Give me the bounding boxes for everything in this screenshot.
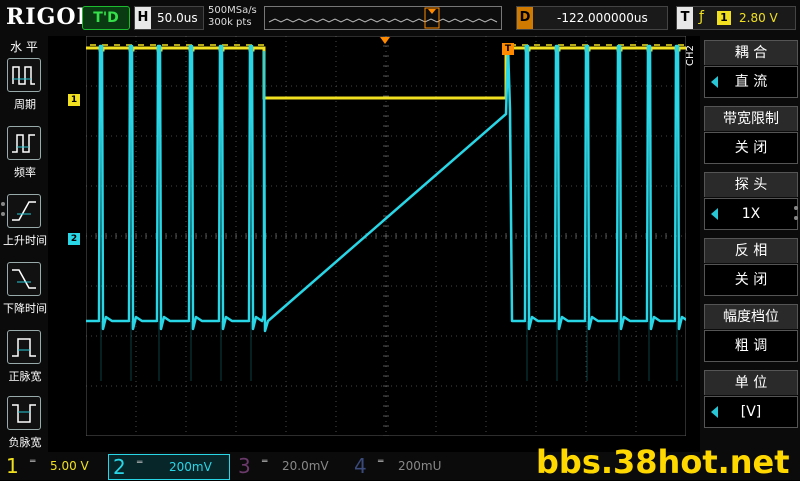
timebase-value: 50.0us — [157, 11, 198, 25]
delay-key: D — [517, 7, 533, 29]
ch3-scale-value: 20.0mV — [282, 459, 329, 473]
memory-depth: 300k pts — [208, 17, 252, 28]
rise-time-icon — [7, 194, 41, 228]
sample-rate: 500MSa/s — [208, 5, 257, 16]
dc-coupling-icon: ═ — [262, 457, 268, 467]
measure-negative-width-label: 负脉宽 — [8, 436, 42, 449]
page-dot-icon — [794, 206, 798, 210]
dc-coupling-icon: ═ — [378, 457, 384, 467]
ch2-scale-value: 200mV — [169, 460, 212, 474]
measure-rise-time[interactable]: 上升时间 — [3, 194, 47, 247]
trigger-source-badge: 1 — [717, 11, 731, 25]
ch1-offset-marker[interactable]: 1 — [68, 94, 80, 106]
ch2-label: 2 — [113, 455, 126, 479]
ch1-scale[interactable]: 1 ═ 5.00 V — [2, 454, 104, 478]
left-arrow-icon — [711, 208, 718, 220]
measure-fall-time-label: 下降时间 — [3, 302, 47, 315]
bandwidth-limit-value-text: 关 闭 — [734, 140, 768, 156]
watermark: bbs.38hot.net — [536, 443, 790, 481]
run-state-badge[interactable]: T'D — [82, 6, 130, 30]
measure-frequency-label: 频率 — [14, 166, 36, 179]
dc-coupling-icon: ═ — [30, 457, 36, 467]
coupling-title: 耦 合 — [704, 40, 798, 65]
dc-coupling-icon: ═ — [137, 458, 143, 468]
memory-overview[interactable] — [264, 6, 502, 30]
waveform-canvas — [85, 35, 690, 437]
status-bar: RIGOL T'D H 50.0us 500MSa/s 300k pts D -… — [0, 0, 800, 36]
measure-frequency[interactable]: 频率 — [7, 126, 41, 179]
unit-title: 单 位 — [704, 370, 798, 395]
trigger-position-icon — [428, 9, 436, 14]
trigger-edge-icon: ƒ — [699, 9, 704, 25]
period-icon — [7, 58, 41, 92]
volts-div-value[interactable]: 粗 调 — [704, 330, 798, 362]
measure-rise-time-label: 上升时间 — [3, 234, 47, 247]
timebase-indicator[interactable]: H 50.0us — [134, 6, 204, 30]
ch3-label: 3 — [238, 454, 251, 478]
trigger-indicator[interactable]: T ƒ 1 2.80 V — [676, 6, 796, 30]
measure-positive-width-label: 正脉宽 — [8, 370, 42, 383]
probe-value-text: 1X — [741, 206, 761, 222]
ch4-scale-value: 200mU — [398, 459, 442, 473]
volts-div-value-text: 粗 调 — [734, 338, 768, 354]
page-dot-icon — [1, 212, 5, 216]
positive-width-icon — [7, 330, 41, 364]
coupling-value[interactable]: 直 流 — [704, 66, 798, 98]
measure-period[interactable]: 周期 — [7, 58, 41, 111]
bandwidth-limit-title: 带宽限制 — [704, 106, 798, 131]
unit-value-text: [V] — [740, 404, 762, 420]
bandwidth-limit-value[interactable]: 关 闭 — [704, 132, 798, 164]
delay-indicator[interactable]: D -122.000000us — [516, 6, 668, 30]
unit-value[interactable]: [V] — [704, 396, 798, 428]
waveform-display[interactable] — [85, 35, 690, 437]
ch1-label: 1 — [6, 454, 19, 478]
memory-overview-wave — [268, 7, 498, 29]
negative-width-icon — [7, 396, 41, 430]
channel-menu: 耦 合 直 流 带宽限制 关 闭 探 头 1X 反 相 关 闭 幅度档位 粗 调… — [700, 36, 800, 456]
measure-sidebar: 水 平 周期 频率 上升时间 下降时间 正脉宽 负脉宽 — [0, 36, 48, 452]
volts-div-title: 幅度档位 — [704, 304, 798, 329]
brand-logo: RIGOL — [6, 4, 93, 30]
fall-time-icon — [7, 262, 41, 296]
invert-title: 反 相 — [704, 238, 798, 263]
ch2-scale[interactable]: 2 ═ 200mV — [108, 454, 230, 480]
invert-value-text: 关 闭 — [734, 272, 768, 288]
ch2-offset-marker[interactable]: 2 — [68, 233, 80, 245]
acquisition-info: 500MSa/s 300k pts — [208, 5, 257, 29]
measure-fall-time[interactable]: 下降时间 — [3, 262, 47, 315]
ch4-label: 4 — [354, 454, 367, 478]
measure-period-label: 周期 — [14, 98, 36, 111]
coupling-value-text: 直 流 — [734, 74, 768, 90]
center-time-icon — [380, 37, 390, 44]
page-dot-icon — [1, 202, 5, 206]
measure-negative-width[interactable]: 负脉宽 — [7, 396, 42, 449]
probe-value[interactable]: 1X — [704, 198, 798, 230]
ch3-scale[interactable]: 3 ═ 20.0mV — [234, 454, 344, 478]
invert-value[interactable]: 关 闭 — [704, 264, 798, 296]
trigger-time-marker[interactable]: T — [502, 43, 514, 55]
probe-title: 探 头 — [704, 172, 798, 197]
trigger-key: T — [677, 7, 693, 29]
ch1-scale-value: 5.00 V — [50, 459, 89, 473]
ch4-scale[interactable]: 4 ═ 200mU — [350, 454, 460, 478]
frequency-icon — [7, 126, 41, 160]
trigger-level: 2.80 V — [739, 11, 778, 25]
sidebar-title: 水 平 — [10, 40, 38, 54]
timebase-key: H — [135, 7, 151, 29]
left-arrow-icon — [711, 406, 718, 418]
page-dot-icon — [794, 216, 798, 220]
measure-positive-width[interactable]: 正脉宽 — [7, 330, 42, 383]
delay-value: -122.000000us — [557, 11, 648, 25]
left-arrow-icon — [711, 76, 718, 88]
channel-tag: CH2 — [685, 45, 696, 66]
